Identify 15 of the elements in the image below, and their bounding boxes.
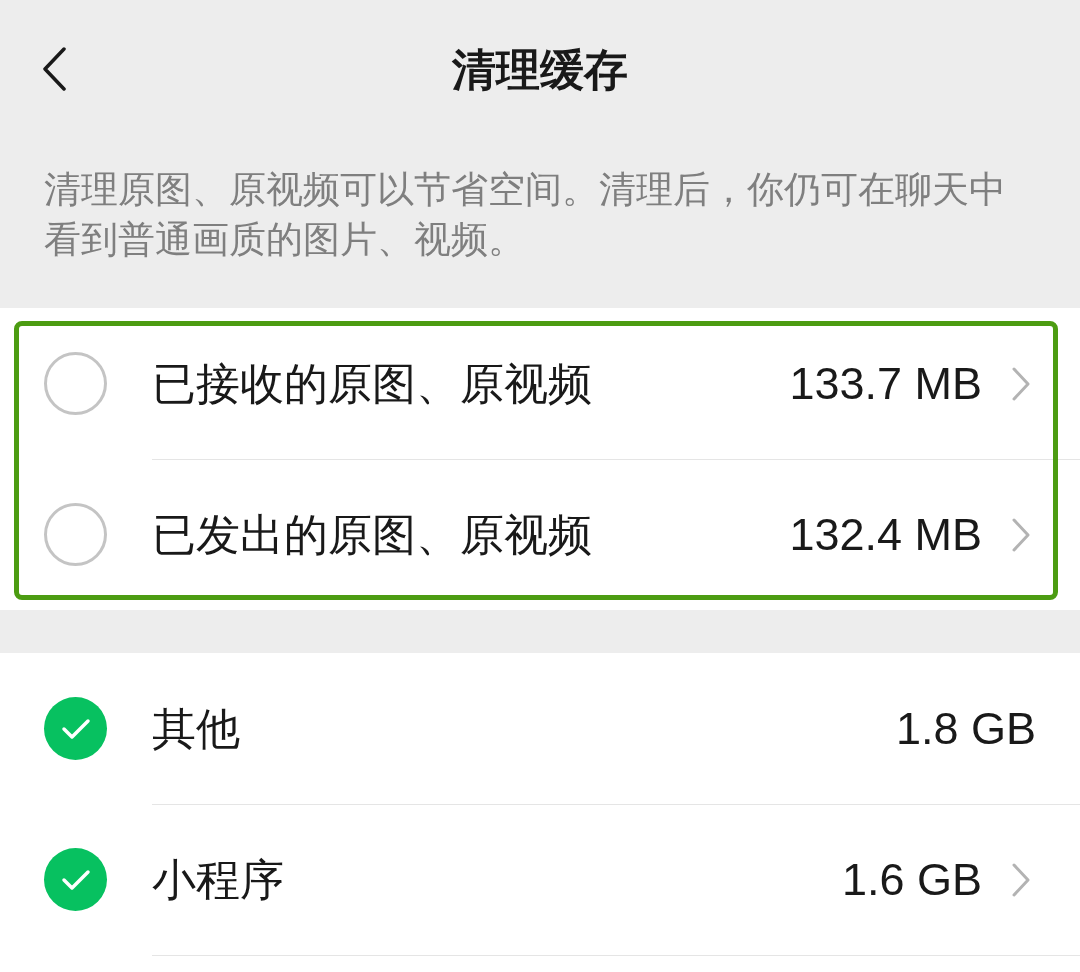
page-title: 清理缓存: [452, 48, 628, 92]
unchecked-checkbox[interactable]: [44, 503, 107, 566]
item-label[interactable]: 已发出的原图、原视频: [152, 512, 592, 557]
size-value: 1.8 GB: [895, 706, 1036, 751]
back-icon: [41, 47, 67, 91]
unchecked-checkbox[interactable]: [44, 352, 107, 415]
description-text: 清理原图、原视频可以节省空间。清理后，你仍可在聊天中看到普通画质的图片、视频。: [44, 168, 1007, 262]
item-label[interactable]: 已接收的原图、原视频: [152, 361, 592, 406]
item-label[interactable]: 小程序: [152, 857, 284, 902]
size-value: 1.6 GB: [841, 857, 982, 902]
size-value: 133.7 MB: [789, 361, 982, 406]
item-label[interactable]: 其他: [152, 706, 240, 751]
check-icon: [60, 717, 91, 740]
size-value: 132.4 MB: [789, 512, 982, 557]
check-icon: [60, 868, 91, 891]
